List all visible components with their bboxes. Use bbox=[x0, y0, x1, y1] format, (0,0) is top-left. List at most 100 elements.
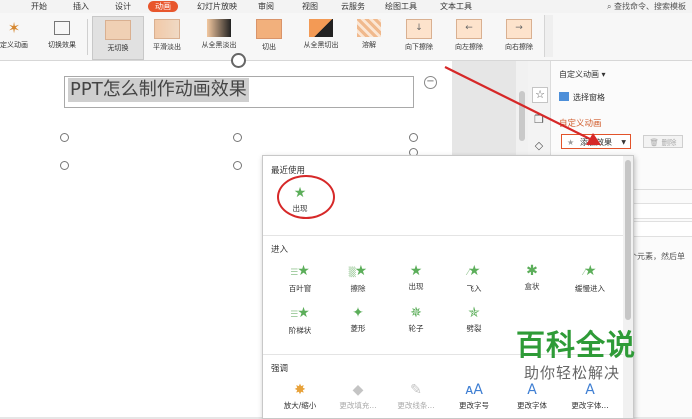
delete-label: 删除 bbox=[661, 138, 677, 147]
search-placeholder: 查找命令、搜索模板 bbox=[614, 2, 686, 11]
star-panel-icon[interactable]: ☆ bbox=[532, 87, 548, 103]
effect-box[interactable]: ✱ 盒状 bbox=[507, 260, 557, 294]
green-star-icon: ▒★ bbox=[348, 263, 368, 279]
menu-drawing-tools[interactable]: 绘图工具 bbox=[385, 0, 417, 13]
scrollbar-thumb[interactable] bbox=[519, 91, 525, 141]
wipe-right-icon: → bbox=[506, 19, 532, 39]
effect-split[interactable]: ✯ 劈裂 bbox=[449, 302, 499, 336]
effect-label: 阶梯状 bbox=[288, 326, 312, 335]
add-effect-button[interactable]: ★ 添加效果 ▼ bbox=[561, 134, 631, 149]
effect-label: 出现 bbox=[408, 282, 424, 291]
menu-home[interactable]: 开始 bbox=[31, 0, 47, 13]
transition-label: 向下擦除 bbox=[405, 43, 433, 51]
transition-label: 从全黑淡出 bbox=[201, 41, 237, 49]
resize-handle[interactable] bbox=[60, 133, 69, 142]
effect-change-fill[interactable]: ◆ 更改填充... bbox=[333, 379, 383, 413]
pen-icon: ✎ bbox=[410, 382, 422, 398]
transition-smooth-fade[interactable]: 平滑淡出 bbox=[142, 16, 192, 58]
switch-effect-icon bbox=[54, 21, 70, 35]
panel-hint: 个元素，然后单 bbox=[629, 252, 685, 261]
transition-label: 切出 bbox=[262, 43, 276, 51]
pane-icon[interactable]: ❐ bbox=[532, 113, 546, 127]
green-star-icon: ⁄★ bbox=[467, 263, 481, 279]
effect-wheel[interactable]: ✵ 轮子 bbox=[391, 302, 441, 336]
custom-animation-button[interactable]: ✶ 定义动画 bbox=[0, 16, 36, 58]
menu-design[interactable]: 设计 bbox=[115, 0, 131, 13]
transition-none[interactable]: 无切换 bbox=[92, 16, 144, 60]
menu-view[interactable]: 视图 bbox=[302, 0, 318, 13]
chevron-down-icon: ▼ bbox=[621, 139, 626, 146]
transition-label: 向右擦除 bbox=[505, 43, 533, 51]
add-effect-label: 添加效果 bbox=[580, 138, 612, 147]
chevron-down-icon: ▾ bbox=[601, 70, 606, 79]
transition-wipe-right[interactable]: → 向右擦除 bbox=[494, 16, 544, 58]
resize-handle[interactable] bbox=[60, 161, 69, 170]
section-divider bbox=[263, 235, 623, 236]
transition-dissolve[interactable]: 溶解 bbox=[344, 16, 394, 58]
transition-fade-icon bbox=[154, 19, 180, 39]
select-pane-label: 选择窗格 bbox=[573, 93, 605, 102]
menu-text-tools[interactable]: 文本工具 bbox=[440, 0, 472, 13]
transition-wipe-down[interactable]: ↓ 向下擦除 bbox=[394, 16, 444, 58]
shape-icon[interactable]: ◇ bbox=[532, 139, 546, 153]
transition-wipe-left[interactable]: ← 向左擦除 bbox=[444, 16, 494, 58]
menu-review[interactable]: 审阅 bbox=[258, 0, 274, 13]
resize-handle[interactable] bbox=[233, 161, 242, 170]
custom-animation-label: 定义动画 bbox=[0, 41, 28, 49]
transition-label: 从全黑切出 bbox=[303, 41, 339, 49]
animation-ribbon: ✶ 定义动画 切换效果 无切换 平滑淡出 从全黑淡出 切出 从全黑切出 溶解 ↓… bbox=[0, 13, 692, 61]
transition-cut[interactable]: 切出 bbox=[244, 16, 294, 58]
rotate-handle-icon[interactable] bbox=[231, 53, 246, 68]
watermark-logo: 百科全说 助你轻松解决 bbox=[510, 322, 670, 388]
effect-fly-in[interactable]: ⁄★ 飞入 bbox=[449, 260, 499, 294]
transition-label: 平滑淡出 bbox=[153, 43, 181, 51]
effect-stairs[interactable]: ☰★ 阶梯状 bbox=[275, 302, 325, 336]
font-size-icon: ᴀA bbox=[465, 382, 483, 398]
effect-label: 盒状 bbox=[524, 282, 540, 291]
green-star-icon: ⁄★ bbox=[583, 263, 597, 279]
transition-label: 向左擦除 bbox=[455, 43, 483, 51]
search-command[interactable]: ⌕ 查找命令、搜索模板 bbox=[607, 0, 686, 13]
transition-black-cut-icon bbox=[309, 19, 333, 37]
delete-button[interactable]: 🗑 删除 bbox=[643, 135, 683, 148]
panel-title[interactable]: 自定义动画 ▾ bbox=[559, 69, 606, 80]
switch-effect-button[interactable]: 切换效果 bbox=[40, 16, 84, 58]
effect-change-font-size[interactable]: ᴀA 更改字号 bbox=[449, 379, 499, 413]
resize-handle[interactable] bbox=[409, 133, 418, 142]
effect-label: 更改字体 bbox=[517, 401, 547, 410]
effect-appear[interactable]: ★ 出现 bbox=[391, 260, 441, 294]
effect-label: 轮子 bbox=[408, 324, 424, 333]
menu-insert[interactable]: 插入 bbox=[73, 0, 89, 13]
green-star-icon: ✯ bbox=[468, 305, 480, 321]
effect-grow-shrink[interactable]: ✸ 放大/缩小 bbox=[275, 379, 325, 413]
effect-label: 百叶窗 bbox=[288, 284, 312, 293]
effect-wipe[interactable]: ▒★ 擦除 bbox=[333, 260, 383, 294]
slide-text[interactable]: PPT怎么制作动画效果 bbox=[68, 78, 249, 102]
effect-slow-enter[interactable]: ⁄★ 缓慢进入 bbox=[565, 260, 615, 294]
effect-label: 更改线条... bbox=[397, 401, 435, 410]
transition-none-label: 无切换 bbox=[107, 44, 129, 52]
transition-fade-from-black[interactable]: 从全黑淡出 bbox=[194, 16, 244, 58]
menu-slideshow[interactable]: 幻灯片放映 bbox=[197, 0, 237, 13]
menubar: 开始 插入 设计 动画 幻灯片放映 审阅 视图 云服务 绘图工具 文本工具 ⌕ … bbox=[0, 0, 692, 13]
green-star-icon: ☰★ bbox=[290, 263, 310, 279]
wipe-left-icon: ← bbox=[456, 19, 482, 39]
dropdown-scroll-thumb[interactable] bbox=[625, 160, 631, 320]
effect-label: 菱形 bbox=[350, 324, 366, 333]
transition-cut-from-black[interactable]: 从全黑切出 bbox=[294, 16, 348, 58]
panel-field[interactable] bbox=[631, 203, 692, 219]
effect-blinds[interactable]: ☰★ 百叶窗 bbox=[275, 260, 325, 294]
resize-handle[interactable] bbox=[233, 133, 242, 142]
panel-field[interactable] bbox=[631, 221, 692, 237]
gallery-scroll-button[interactable] bbox=[544, 15, 553, 57]
select-pane-button[interactable]: 选择窗格 bbox=[559, 92, 605, 103]
menu-cloud[interactable]: 云服务 bbox=[341, 0, 365, 13]
collapse-icon[interactable]: − bbox=[424, 76, 437, 89]
effect-label: 放大/缩小 bbox=[283, 401, 317, 410]
switch-effect-label: 切换效果 bbox=[48, 41, 76, 49]
section-emphasis-title: 强调 bbox=[271, 364, 289, 374]
effect-diamond[interactable]: ✦ 菱形 bbox=[333, 302, 383, 336]
menu-animation[interactable]: 动画 bbox=[148, 1, 178, 12]
effect-change-line[interactable]: ✎ 更改线条... bbox=[391, 379, 441, 413]
select-pane-icon bbox=[559, 92, 569, 101]
